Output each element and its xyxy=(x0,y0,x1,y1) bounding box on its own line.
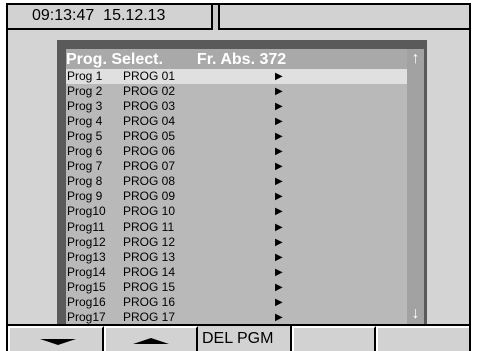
program-id: Prog 8 xyxy=(67,174,103,188)
date-text: 15.12.13 xyxy=(103,7,166,24)
program-name: PROG 06 xyxy=(123,144,176,158)
softkey-bar: DEL PGM xyxy=(6,324,471,351)
play-arrow-icon: ▶ xyxy=(275,71,283,82)
program-name: PROG 11 xyxy=(123,220,175,234)
program-row[interactable]: Prog 5 PROG 05 ▶ xyxy=(66,129,407,144)
program-id: Prog 1 xyxy=(67,69,103,83)
program-name: PROG 03 xyxy=(123,99,176,113)
play-arrow-icon: ▶ xyxy=(275,252,283,263)
triangle-down-icon xyxy=(40,339,76,345)
program-row[interactable]: Prog 8 PROG 08 ▶ xyxy=(66,174,407,189)
program-row[interactable]: Prog 3 PROG 03 ▶ xyxy=(66,99,407,114)
play-arrow-icon: ▶ xyxy=(275,116,283,127)
scrollbar[interactable]: ↑ ↓ xyxy=(407,49,424,324)
program-row[interactable]: Prog11 PROG 11 ▶ xyxy=(66,220,407,235)
program-list[interactable]: Prog 1 PROG 01 ▶ Prog 2 PROG 02 ▶ Prog 3 PROG 0… xyxy=(66,69,407,324)
program-row[interactable]: Prog 2 PROG 02 ▶ xyxy=(66,84,407,99)
program-row[interactable]: Prog10 PROG 10 ▶ xyxy=(66,204,407,219)
del-pgm-button[interactable]: DEL PGM xyxy=(198,326,292,351)
program-row[interactable]: Prog 9 PROG 09 ▶ xyxy=(66,189,407,204)
program-name: PROG 04 xyxy=(123,114,176,128)
program-row[interactable]: Prog12 PROG 12 ▶ xyxy=(66,235,407,250)
play-arrow-icon: ▶ xyxy=(275,237,283,248)
program-name: PROG 01 xyxy=(123,69,176,83)
play-arrow-icon: ▶ xyxy=(275,267,283,278)
program-name: PROG 02 xyxy=(123,84,176,98)
program-name: PROG 15 xyxy=(123,280,176,294)
window-title-text: Prog. Select. xyxy=(66,51,163,68)
status-bar: 09:13:47 15.12.13 xyxy=(6,3,471,30)
program-name: PROG 13 xyxy=(123,250,176,264)
arrow-down-icon[interactable]: ↓ xyxy=(408,306,423,322)
play-arrow-icon: ▶ xyxy=(275,86,283,97)
status-info-field xyxy=(218,5,469,30)
program-name: PROG 07 xyxy=(123,159,176,173)
play-arrow-icon: ▶ xyxy=(275,282,283,293)
program-row[interactable]: Prog 6 PROG 06 ▶ xyxy=(66,144,407,159)
play-arrow-icon: ▶ xyxy=(275,131,283,142)
program-name: PROG 14 xyxy=(123,265,176,279)
program-name: PROG 09 xyxy=(123,189,176,203)
program-row[interactable]: Prog15 PROG 15 ▶ xyxy=(66,280,407,295)
play-arrow-icon: ▶ xyxy=(275,222,283,233)
softkey-1-button[interactable] xyxy=(8,326,104,351)
program-row[interactable]: Prog 4 PROG 04 ▶ xyxy=(66,114,407,129)
program-name: PROG 10 xyxy=(123,204,176,218)
play-arrow-icon: ▶ xyxy=(275,146,283,157)
program-id: Prog16 xyxy=(67,295,106,309)
program-name: PROG 05 xyxy=(123,129,176,143)
program-id: Prog13 xyxy=(67,250,106,264)
arrow-up-icon[interactable]: ↑ xyxy=(408,51,423,67)
program-row[interactable]: Prog 1 PROG 01 ▶ xyxy=(66,69,407,84)
program-row[interactable]: Prog13 PROG 13 ▶ xyxy=(66,250,407,265)
play-arrow-icon: ▶ xyxy=(275,297,283,308)
program-id: Prog 4 xyxy=(67,114,103,128)
time-text: 09:13:47 xyxy=(32,7,95,24)
program-id: Prog10 xyxy=(67,204,106,218)
program-row[interactable]: Prog 7 PROG 07 ▶ xyxy=(66,159,407,174)
program-row[interactable]: Prog14 PROG 14 ▶ xyxy=(66,265,407,280)
play-arrow-icon: ▶ xyxy=(275,101,283,112)
play-arrow-icon: ▶ xyxy=(275,161,283,172)
program-id: Prog 6 xyxy=(67,144,103,158)
program-id: Prog 5 xyxy=(67,129,103,143)
frame-abs-text: Fr. Abs. 372 xyxy=(196,51,287,68)
program-id: Prog11 xyxy=(67,220,105,234)
play-arrow-icon: ▶ xyxy=(275,191,283,202)
program-name: PROG 12 xyxy=(123,235,176,249)
program-id: Prog17 xyxy=(67,310,106,324)
program-id: Prog 7 xyxy=(67,159,103,173)
triangle-up-icon xyxy=(133,338,169,344)
program-id: Prog14 xyxy=(67,265,106,279)
play-arrow-icon: ▶ xyxy=(275,312,283,323)
play-arrow-icon: ▶ xyxy=(275,176,283,187)
play-arrow-icon: ▶ xyxy=(275,206,283,217)
del-pgm-label: DEL PGM xyxy=(202,330,274,347)
program-id: Prog 2 xyxy=(67,84,103,98)
program-id: Prog 9 xyxy=(67,189,103,203)
softkey-4-button[interactable] xyxy=(292,326,376,351)
program-row[interactable]: Prog16 PROG 16 ▶ xyxy=(66,295,407,310)
program-id: Prog12 xyxy=(67,235,106,249)
program-id: Prog 3 xyxy=(67,99,103,113)
terminal-screen: 09:13:47 15.12.13 Prog. Select. Fr. Abs. … xyxy=(0,0,478,351)
program-name: PROG 16 xyxy=(123,295,176,309)
program-name: PROG 08 xyxy=(123,174,176,188)
program-select-window: Prog. Select. Fr. Abs. 372 Prog 1 PROG 01 ▶… xyxy=(57,40,427,324)
window-title: Prog. Select. Fr. Abs. 372 xyxy=(66,49,286,71)
program-name: PROG 17 xyxy=(123,310,176,324)
program-id: Prog15 xyxy=(67,280,106,294)
program-row[interactable]: Prog17 PROG 17 ▶ xyxy=(66,310,407,324)
softkey-5-button[interactable] xyxy=(376,326,469,351)
clock-display: 09:13:47 15.12.13 xyxy=(8,5,213,30)
softkey-2-button[interactable] xyxy=(104,326,198,351)
